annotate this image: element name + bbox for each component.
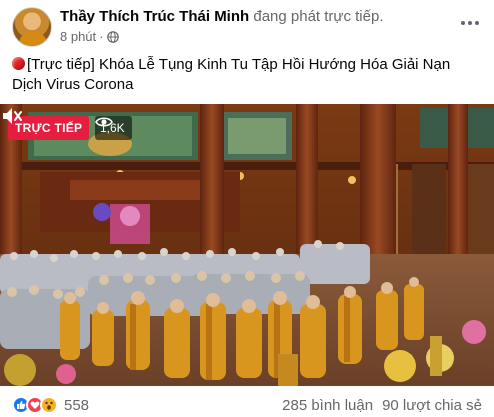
post-header: Thầy Thích Trúc Thái Minh đang phát trực… [12, 5, 482, 47]
author-name[interactable]: Thầy Thích Trúc Thái Minh [60, 8, 249, 25]
post-text: [Trực tiếp] Khóa Lễ Tụng Kinh Tu Tập Hồi… [12, 55, 482, 95]
author-line: Thầy Thích Trúc Thái Minh đang phát trực… [60, 8, 383, 25]
reaction-count: 558 [64, 396, 90, 414]
shares-count[interactable]: 90 lượt chia sẻ [382, 397, 482, 414]
eye-icon [95, 117, 113, 127]
live-action-text: đang phát trực tiếp. [253, 8, 384, 25]
post-time[interactable]: 8 phút [60, 29, 96, 44]
engagement-counts: 285 bình luận 90 lượt chia sẻ [282, 397, 482, 414]
post-footer: 558 285 bình luận 90 lượt chia sẻ [12, 394, 482, 417]
globe-icon [106, 30, 119, 43]
meta-separator: · [99, 29, 104, 44]
author-avatar[interactable] [12, 7, 52, 47]
more-options-icon[interactable] [458, 13, 482, 33]
comments-count[interactable]: 285 bình luận [282, 397, 373, 414]
wow-icon [40, 396, 58, 414]
viewer-count-badge: 1,6K [95, 116, 132, 140]
red-circle-icon [12, 57, 25, 70]
reactions-summary[interactable]: 558 [12, 396, 89, 414]
post-text-content: [Trực tiếp] Khóa Lễ Tụng Kinh Tu Tập Hồi… [12, 56, 451, 93]
video-frame-image [0, 104, 494, 386]
post-meta: 8 phút · [60, 29, 119, 44]
live-video[interactable]: TRỰC TIẾP 1,6K [0, 104, 494, 386]
speaker-icon[interactable] [0, 104, 24, 128]
